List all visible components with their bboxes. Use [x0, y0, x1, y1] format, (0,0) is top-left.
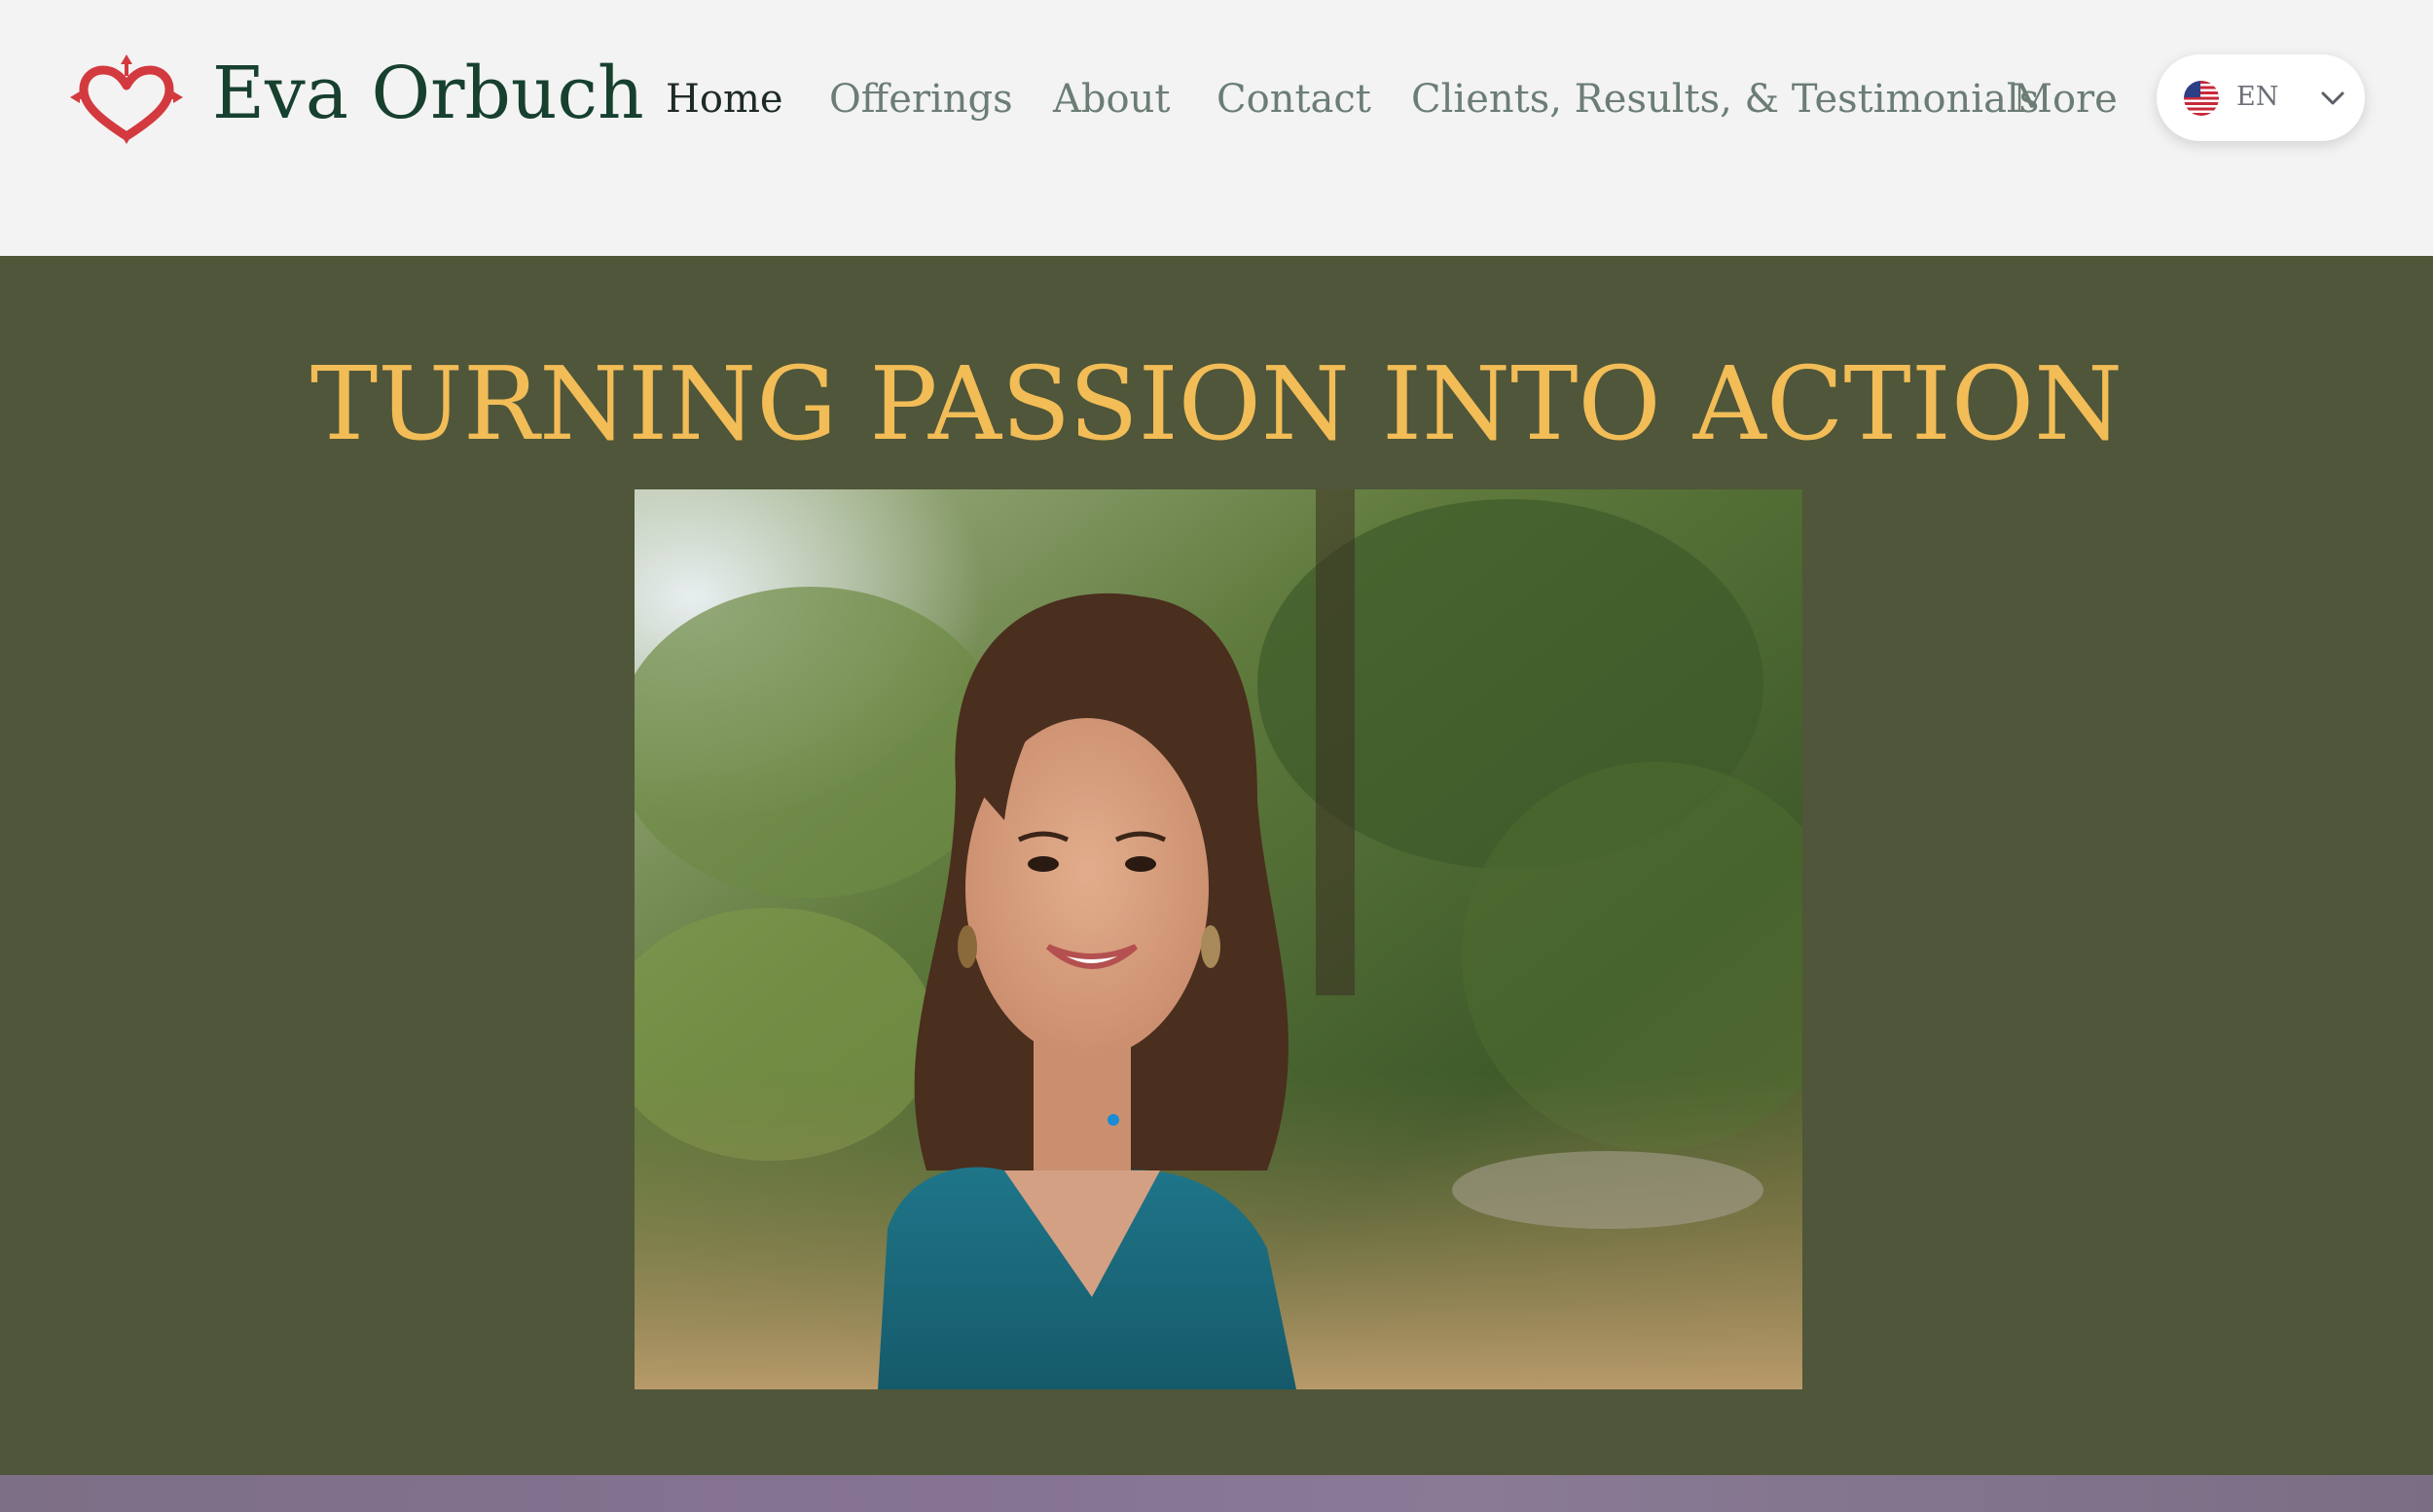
nav-item-about[interactable]: About [1053, 68, 1170, 130]
main-nav: Home Offerings About Contact Clients, Re… [0, 68, 2433, 130]
nav-item-clients-results-testimonials[interactable]: Clients, Results, & Testimonials [1411, 68, 2039, 130]
us-flag-icon [2184, 81, 2219, 116]
nav-item-home[interactable]: Home [666, 68, 783, 130]
chevron-down-icon [2321, 91, 2344, 105]
site-header: Eva Orbuch Home Offerings About Contact … [0, 0, 2433, 256]
language-code: EN [2236, 82, 2279, 112]
language-selector[interactable]: EN [2157, 54, 2365, 141]
hero-section: TURNING PASSION INTO ACTION [0, 256, 2433, 1475]
portrait-photo [635, 489, 1802, 1389]
nav-item-contact[interactable]: Contact [1216, 68, 1371, 130]
nav-item-more[interactable]: More [2013, 68, 2118, 130]
nav-item-offerings[interactable]: Offerings [829, 68, 1013, 130]
hero-title: TURNING PASSION INTO ACTION [309, 344, 2124, 463]
next-section-strip [0, 1475, 2433, 1512]
